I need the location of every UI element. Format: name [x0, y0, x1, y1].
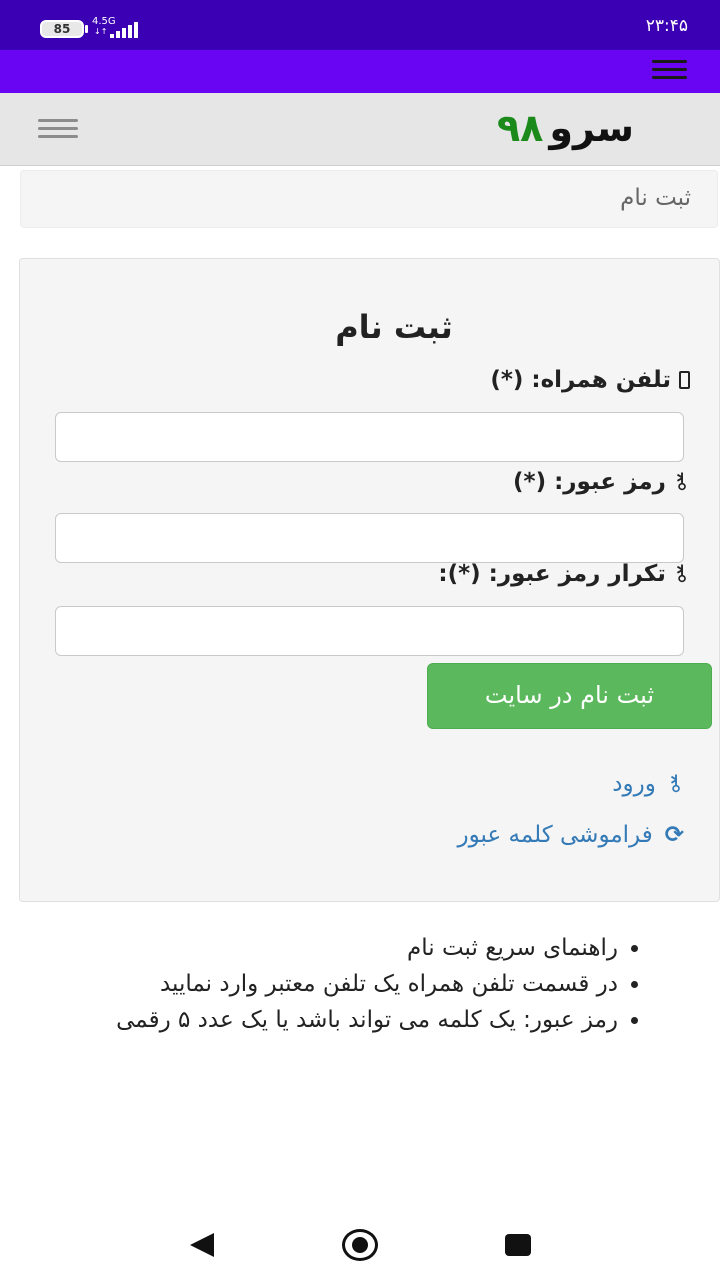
site-logo[interactable]: سرو۹۸	[497, 101, 634, 155]
breadcrumb-current: ثبت نام	[620, 185, 691, 211]
clock: ۲۳:۴۵	[645, 16, 688, 36]
confirm-password-label-text: تکرار رمز عبور: (*):	[438, 561, 666, 587]
phone-input[interactable]	[55, 412, 684, 462]
quick-help: راهنمای سریع ثبت نام در قسمت تلفن همراه …	[40, 930, 680, 1038]
password-label: ⚷ رمز عبور: (*)	[513, 469, 690, 495]
logo-number: ۹۸	[496, 106, 544, 150]
password-label-text: رمز عبور: (*)	[513, 469, 666, 495]
phone-label-text: تلفن همراه: (*)	[490, 367, 671, 393]
login-link[interactable]: ⚷ ورود	[612, 771, 684, 797]
top-nav-bar	[0, 50, 720, 93]
key-icon: ⚷	[673, 561, 690, 586]
mobile-phone-icon	[679, 371, 690, 389]
phone-label: تلفن همراه: (*)	[490, 367, 690, 393]
help-item: رمز عبور: یک کلمه می تواند باشد یا یک عد…	[40, 1002, 618, 1038]
logo-text: سرو	[549, 106, 634, 150]
login-link-text[interactable]: ورود	[612, 771, 656, 797]
refresh-icon: ⟳	[664, 822, 684, 848]
password-input[interactable]	[55, 513, 684, 563]
hamburger-menu-icon[interactable]	[38, 119, 78, 139]
key-icon: ⚷	[673, 469, 690, 494]
network-activity-icon: ↓↑	[94, 27, 108, 36]
battery-tip	[85, 25, 88, 33]
breadcrumb: ثبت نام	[20, 170, 718, 228]
battery-icon: 85	[40, 20, 84, 38]
form-title: ثبت نام	[335, 308, 453, 346]
back-icon[interactable]	[190, 1233, 214, 1257]
help-item: راهنمای سریع ثبت نام	[40, 930, 618, 966]
forgot-link-text[interactable]: فراموشی کلمه عبور	[458, 822, 653, 848]
home-icon[interactable]	[342, 1229, 378, 1261]
forgot-password-link[interactable]: ⟳ فراموشی کلمه عبور	[458, 822, 684, 848]
menu-icon[interactable]	[652, 60, 687, 80]
key-icon: ⚷	[667, 771, 684, 796]
help-item: در قسمت تلفن همراه یک تلفن معتبر وارد نم…	[40, 966, 618, 1002]
register-submit-button[interactable]: ثبت نام در سایت	[427, 663, 712, 729]
confirm-password-input[interactable]	[55, 606, 684, 656]
recents-icon[interactable]	[505, 1234, 531, 1256]
confirm-password-label: ⚷ تکرار رمز عبور: (*):	[438, 561, 690, 587]
signal-icon	[110, 20, 140, 38]
